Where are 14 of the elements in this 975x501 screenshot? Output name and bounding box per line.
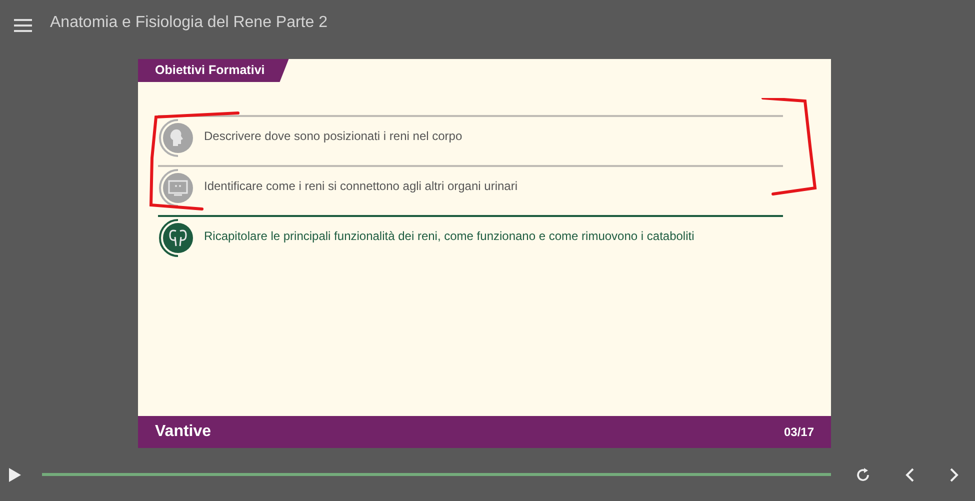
objective-text: Identificare come i reni si connettono agli altri organi urinari — [204, 179, 518, 193]
objective-text: Ricapitolare le principali funzionalità dei reni, come funzionano e come rimuovono i cataboliti — [204, 229, 694, 243]
previous-icon[interactable] — [905, 466, 915, 482]
play-icon[interactable] — [8, 466, 22, 482]
monitor-icon — [158, 168, 196, 208]
menu-icon[interactable] — [14, 18, 32, 32]
brand-logo: Vantive — [155, 423, 212, 441]
course-title: Anatomia e Fisiologia del Rene Parte 2 — [50, 14, 328, 32]
page-counter: 03/17 — [784, 425, 814, 439]
head-icon — [158, 118, 196, 158]
next-icon[interactable] — [949, 466, 959, 482]
objective-text: Descrivere dove sono posizionati i reni nel corpo — [204, 129, 462, 143]
replay-icon[interactable] — [855, 466, 871, 482]
kidney-icon — [158, 218, 196, 258]
